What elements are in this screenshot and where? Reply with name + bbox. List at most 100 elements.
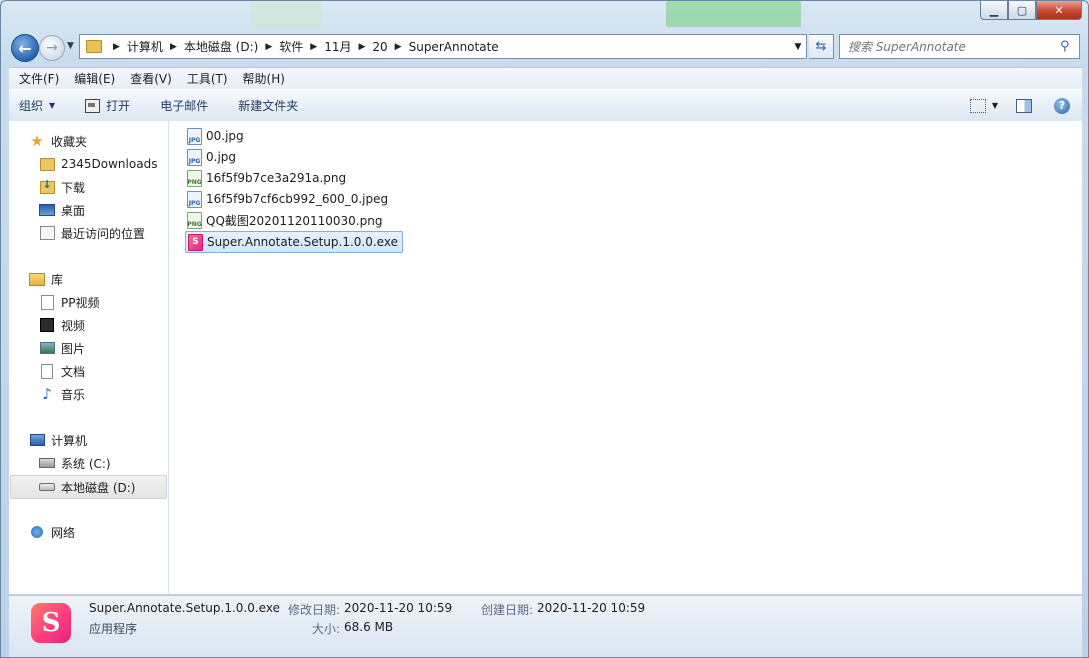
sidebar-item-documents[interactable]: 文档 (39, 360, 85, 382)
refresh-icon: ⇆ (815, 39, 827, 54)
breadcrumb-item[interactable]: 11月 (324, 38, 351, 55)
sidebar-label: 文档 (61, 364, 86, 379)
sidebar-computer[interactable]: 计算机 (29, 429, 87, 451)
chevron-right-icon[interactable]: ▶ (113, 42, 120, 52)
network-icon (31, 526, 43, 538)
sidebar-item-recent[interactable]: 最近访问的位置 (39, 222, 145, 244)
sidebar-label: 视频 (61, 318, 86, 333)
file-name: 16f5f9b7ce3a291a.png (206, 171, 347, 185)
file-name: QQ截图20201120110030.png (206, 213, 383, 228)
titlebar-background (666, 1, 801, 27)
menu-file[interactable]: 文件(F) (9, 70, 64, 87)
minimize-button[interactable]: ▁ (980, 1, 1008, 20)
sidebar-label: 下载 (61, 180, 86, 195)
email-button[interactable]: 电子邮件 (142, 90, 220, 121)
file-item[interactable]: JPG 0.jpg (185, 147, 240, 167)
preview-pane-button[interactable] (1016, 98, 1032, 113)
file-item[interactable]: JPG 16f5f9b7cf6cb992_600_0.jpeg (185, 189, 392, 209)
maximize-button[interactable]: ▢ (1008, 1, 1036, 20)
details-pane: S Super.Annotate.Setup.1.0.0.exe 应用程序 修改… (9, 595, 1082, 657)
back-button[interactable]: ← (11, 34, 39, 62)
menu-view[interactable]: 查看(V) (120, 70, 177, 87)
breadcrumb-item[interactable]: SuperAnnotate (409, 40, 499, 54)
close-button[interactable]: ✕ (1036, 1, 1082, 20)
sidebar-label: PP视频 (61, 295, 100, 310)
file-item[interactable]: PNG QQ截图20201120110030.png (185, 210, 386, 230)
new-folder-button[interactable]: 新建文件夹 (220, 90, 310, 121)
view-dropdown-icon[interactable]: ▼ (992, 101, 998, 110)
open-label: 打开 (106, 99, 131, 113)
open-button[interactable]: 打开 (67, 90, 142, 121)
window-controls: ▁ ▢ ✕ (980, 1, 1082, 20)
sidebar-item-drive-d[interactable]: 本地磁盘 (D:) (10, 475, 167, 499)
search-icon[interactable]: ⚲ (1060, 39, 1070, 54)
file-item[interactable]: PNG 16f5f9b7ce3a291a.png (185, 168, 350, 188)
sidebar-item-downloads[interactable]: 下载 (39, 176, 85, 198)
chevron-right-icon[interactable]: ▶ (358, 42, 365, 52)
organize-label: 组织 (19, 99, 44, 113)
recent-pages-dropdown[interactable]: ▼ (67, 41, 74, 51)
sidebar-item-desktop[interactable]: 桌面 (39, 199, 85, 221)
address-dropdown[interactable]: ▼ (790, 42, 806, 52)
recent-places-icon (39, 226, 55, 240)
sidebar-item-music[interactable]: ♪ 音乐 (39, 383, 85, 405)
chevron-right-icon[interactable]: ▶ (170, 42, 177, 52)
breadcrumb-item[interactable]: 本地磁盘 (D:) (184, 38, 258, 55)
sidebar-label: 计算机 (51, 433, 88, 448)
refresh-button[interactable]: ⇆ (809, 34, 834, 59)
sidebar-item-pp-video[interactable]: PP视频 (39, 291, 99, 313)
modified-date-label: 修改日期: (288, 603, 341, 617)
menu-edit[interactable]: 编辑(E) (64, 70, 120, 87)
breadcrumb: ▶ 计算机 ▶ 本地磁盘 (D:) ▶ 软件 ▶ 11月 ▶ 20 ▶ Supe… (106, 38, 499, 55)
search-box[interactable]: ⚲ (839, 34, 1080, 59)
titlebar-background (251, 1, 321, 27)
sidebar-item-drive-c[interactable]: 系统 (C:) (39, 452, 111, 474)
created-date-label: 创建日期: (481, 603, 534, 617)
sidebar-label: 收藏夹 (51, 134, 88, 149)
command-bar: 组织 ▼ 打开 电子邮件 新建文件夹 ▼ ? (9, 89, 1082, 122)
sidebar-item-2345downloads[interactable]: 2345Downloads (39, 153, 157, 175)
pp-video-icon (40, 294, 54, 310)
explorer-window: ▁ ▢ ✕ ← → ▼ ▶ 计算机 ▶ 本地磁盘 (D:) ▶ 软件 ▶ 11月… (0, 0, 1089, 658)
sidebar-label: 本地磁盘 (D:) (61, 480, 136, 495)
organize-button[interactable]: 组织 ▼ (9, 90, 67, 121)
search-input[interactable] (840, 38, 1060, 55)
chevron-right-icon[interactable]: ▶ (265, 42, 272, 52)
drive-icon (39, 483, 55, 491)
breadcrumb-item[interactable]: 20 (372, 40, 387, 54)
size-value: 68.6 MB (344, 620, 394, 634)
chevron-down-icon: ▼ (49, 101, 56, 110)
png-file-icon: PNG (187, 211, 202, 229)
file-name: 0.jpg (206, 150, 237, 164)
sidebar-item-pictures[interactable]: 图片 (39, 337, 85, 359)
menu-tools[interactable]: 工具(T) (177, 70, 233, 87)
sidebar-label: 网络 (51, 525, 76, 540)
file-item-selected[interactable]: S Super.Annotate.Setup.1.0.0.exe (185, 231, 403, 253)
jpg-file-icon: JPG (187, 148, 202, 166)
view-options-icon[interactable] (969, 98, 986, 113)
breadcrumb-item[interactable]: 软件 (279, 38, 303, 55)
folder-icon (86, 40, 102, 53)
new-folder-label: 新建文件夹 (238, 99, 299, 113)
sidebar-item-videos[interactable]: 视频 (39, 314, 85, 336)
breadcrumb-item[interactable]: 计算机 (127, 38, 163, 55)
modified-date-value: 2020-11-20 10:59 (344, 601, 453, 615)
forward-button[interactable]: → (39, 35, 65, 61)
sidebar-libraries[interactable]: 库 (29, 268, 63, 290)
file-name: Super.Annotate.Setup.1.0.0.exe (207, 235, 398, 249)
sidebar-favorites[interactable]: ★ 收藏夹 (29, 130, 87, 152)
address-bar[interactable]: ▶ 计算机 ▶ 本地磁盘 (D:) ▶ 软件 ▶ 11月 ▶ 20 ▶ Supe… (79, 34, 807, 59)
music-note-icon: ♪ (42, 385, 52, 403)
sidebar-label: 库 (51, 272, 64, 287)
chevron-right-icon[interactable]: ▶ (310, 42, 317, 52)
file-name: 00.jpg (206, 129, 244, 143)
menu-help[interactable]: 帮助(H) (233, 70, 290, 87)
file-item[interactable]: JPG 00.jpg (185, 126, 248, 146)
help-button[interactable]: ? (1054, 97, 1070, 114)
file-name: 16f5f9b7cf6cb992_600_0.jpeg (206, 192, 389, 206)
chevron-right-icon[interactable]: ▶ (395, 42, 402, 52)
sidebar-label: 最近访问的位置 (61, 226, 146, 241)
sidebar-network[interactable]: 网络 (29, 521, 75, 543)
sidebar-label: 图片 (61, 341, 86, 356)
sidebar-label: 音乐 (61, 387, 86, 402)
